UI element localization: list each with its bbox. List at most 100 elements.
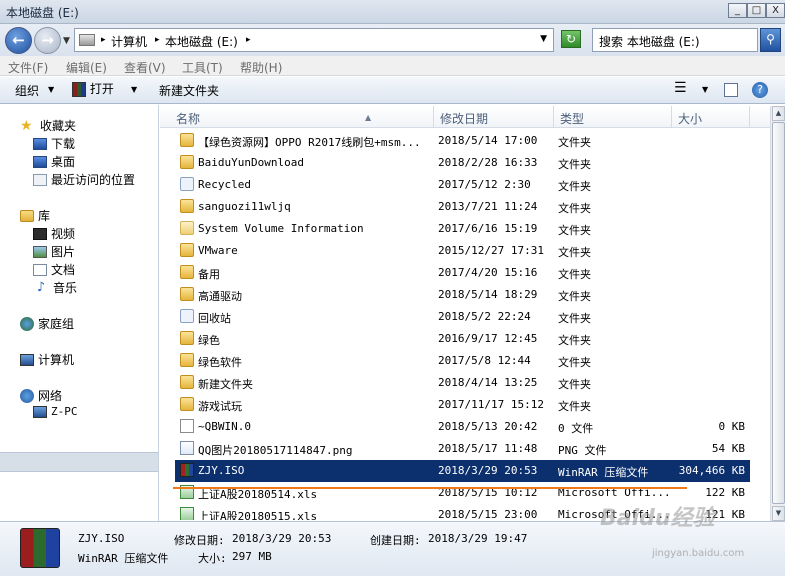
table-row[interactable]: Recycled 2017/5/12 2:30 文件夹 xyxy=(175,174,750,196)
breadcrumb-separator: ▸ xyxy=(155,35,160,45)
chevron-down-icon[interactable]: ▼ xyxy=(131,85,137,94)
preview-pane-icon[interactable] xyxy=(724,83,738,97)
details-modified-label: 修改日期: xyxy=(174,534,225,547)
table-row[interactable]: ~QBWIN.0 2018/5/13 20:42 0 文件 0 KB xyxy=(175,416,750,438)
table-row[interactable]: 【绿色资源网】OPPO R2017线刷包+msm... 2018/5/14 17:… xyxy=(175,130,750,152)
nav-favorites[interactable]: ★ 收藏夹 xyxy=(20,117,76,134)
refresh-button[interactable]: ↻ xyxy=(561,30,581,48)
column-header: 名称 ▲ 修改日期 类型 大小 xyxy=(160,106,770,128)
column-modified[interactable]: 修改日期 xyxy=(434,106,554,128)
file-type: 文件夹 xyxy=(558,334,591,347)
back-button[interactable]: ← xyxy=(5,27,32,54)
table-row[interactable]: 绿色软件 2017/5/8 12:44 文件夹 xyxy=(175,350,750,372)
nav-item-zpc[interactable]: Z-PC xyxy=(33,405,78,418)
menu-view[interactable]: 查看(V) xyxy=(124,59,166,76)
table-row[interactable]: 新建文件夹 2018/4/14 13:25 文件夹 xyxy=(175,372,750,394)
nav-network[interactable]: 网络 xyxy=(20,387,62,404)
forward-button[interactable]: → xyxy=(34,27,61,54)
documents-icon xyxy=(33,263,47,276)
search-icon[interactable]: ⚲ xyxy=(760,28,781,52)
scroll-thumb[interactable] xyxy=(772,122,785,504)
nav-favorites-label: 收藏夹 xyxy=(40,119,77,133)
table-row[interactable]: QQ图片20180517114847.png 2018/5/17 11:48 PNG… xyxy=(175,438,750,460)
window-title: 本地磁盘 (E:) xyxy=(6,6,79,20)
nav-computer[interactable]: 计算机 xyxy=(20,351,74,368)
breadcrumb-drive[interactable]: 本地磁盘 (E:) xyxy=(165,33,238,50)
file-type: 文件夹 xyxy=(558,268,591,281)
search-input[interactable]: 搜索 本地磁盘 (E:) xyxy=(592,28,758,52)
file-name: VMware xyxy=(198,244,238,257)
nav-item-label: 音乐 xyxy=(53,281,78,295)
close-button[interactable]: X xyxy=(766,3,785,18)
column-size[interactable]: 大小 xyxy=(672,106,750,128)
chevron-down-icon[interactable]: ▼ xyxy=(48,85,54,94)
nav-item-downloads[interactable]: 下载 xyxy=(33,135,75,152)
breadcrumb-computer[interactable]: 计算机 xyxy=(111,33,147,50)
nav-libraries[interactable]: 库 xyxy=(20,207,50,224)
minimize-button[interactable]: _ xyxy=(728,3,747,18)
table-row[interactable]: 备用 2017/4/20 15:16 文件夹 xyxy=(175,262,750,284)
help-icon[interactable]: ? xyxy=(752,82,768,98)
maximize-button[interactable]: □ xyxy=(747,3,766,18)
title-bar: 本地磁盘 (E:) _ □ X xyxy=(0,0,785,24)
star-icon: ★ xyxy=(20,117,33,134)
new-folder-button[interactable]: 新建文件夹 xyxy=(159,82,219,99)
folder-icon xyxy=(180,265,194,279)
file-size: 0 KB xyxy=(718,420,746,433)
file-list: 【绿色资源网】OPPO R2017线刷包+msm... 2018/5/14 17:… xyxy=(160,130,770,520)
file-modified: 2018/5/13 20:42 xyxy=(438,420,538,433)
nav-homegroup[interactable]: 家庭组 xyxy=(20,315,74,332)
sort-ascending-icon: ▲ xyxy=(365,113,372,122)
table-row[interactable]: 绿色 2016/9/17 12:45 文件夹 xyxy=(175,328,750,350)
open-button[interactable]: 打开 xyxy=(72,80,114,97)
address-field[interactable]: ▸ 计算机 ▸ 本地磁盘 (E:) ▸ ▼ xyxy=(74,28,554,52)
recycle-folder-icon xyxy=(180,177,194,191)
file-type: 文件夹 xyxy=(558,246,591,259)
table-row[interactable]: System Volume Information 2017/6/16 15:19… xyxy=(175,218,750,240)
menu-tools[interactable]: 工具(T) xyxy=(182,59,223,76)
nav-item-pictures[interactable]: 图片 xyxy=(33,243,75,260)
scroll-down-icon[interactable]: ▼ xyxy=(772,506,785,521)
nav-item-label: 文档 xyxy=(51,263,76,277)
nav-item-recent[interactable]: 最近访问的位置 xyxy=(33,171,135,188)
view-options-icon[interactable]: ☰ xyxy=(674,80,687,96)
menu-edit[interactable]: 编辑(E) xyxy=(66,59,107,76)
details-created-value: 2018/3/29 19:47 xyxy=(428,532,528,545)
vertical-scrollbar[interactable]: ▲ ▼ xyxy=(770,106,785,521)
table-row[interactable]: ZJY.ISO 2018/3/29 20:53 WinRAR 压缩文件 304,466… xyxy=(175,460,750,482)
nav-item-label: 桌面 xyxy=(51,155,76,169)
nav-item-label: 图片 xyxy=(51,245,76,259)
scroll-up-icon[interactable]: ▲ xyxy=(772,106,785,121)
nav-item-videos[interactable]: 视频 xyxy=(33,225,75,242)
table-row[interactable]: 高通驱动 2018/5/14 18:29 文件夹 xyxy=(175,284,750,306)
menu-help[interactable]: 帮助(H) xyxy=(240,59,282,76)
address-dropdown-icon[interactable]: ▼ xyxy=(540,34,547,44)
chevron-down-icon[interactable]: ▼ xyxy=(702,85,708,94)
file-modified: 2017/6/16 15:19 xyxy=(438,222,538,235)
nav-item-desktop[interactable]: 桌面 xyxy=(33,153,75,170)
file-type: 文件夹 xyxy=(558,202,591,215)
menu-file[interactable]: 文件(F) xyxy=(8,59,48,76)
table-row[interactable]: 游戏试玩 2017/11/17 15:12 文件夹 xyxy=(175,394,750,416)
table-row[interactable]: sanguozi11wljq 2013/7/21 11:24 文件夹 xyxy=(175,196,750,218)
nav-item-documents[interactable]: 文档 xyxy=(33,261,75,278)
breadcrumb-separator: ▸ xyxy=(246,35,251,45)
column-type[interactable]: 类型 xyxy=(554,106,672,128)
history-dropdown-icon[interactable]: ▼ xyxy=(63,36,70,46)
file-type: 文件夹 xyxy=(558,378,591,391)
file-modified: 2018/3/29 20:53 xyxy=(438,464,538,477)
file-name: 绿色软件 xyxy=(198,356,242,369)
nav-item-label: 下载 xyxy=(51,137,76,151)
winrar-large-icon xyxy=(20,528,60,568)
column-name[interactable]: 名称 xyxy=(170,106,434,128)
file-modified: 2017/5/12 2:30 xyxy=(438,178,531,191)
table-row[interactable]: 回收站 2018/5/2 22:24 文件夹 xyxy=(175,306,750,328)
table-row[interactable]: VMware 2015/12/27 17:31 文件夹 xyxy=(175,240,750,262)
file-name: BaiduYunDownload xyxy=(198,156,304,169)
table-row[interactable]: BaiduYunDownload 2018/2/28 16:33 文件夹 xyxy=(175,152,750,174)
nav-item-music[interactable]: ♪ 音乐 xyxy=(33,279,77,296)
video-icon xyxy=(33,227,47,240)
nav-libraries-label: 库 xyxy=(38,209,51,223)
nav-item-label: 视频 xyxy=(51,227,76,241)
organize-button[interactable]: 组织 xyxy=(15,82,39,99)
